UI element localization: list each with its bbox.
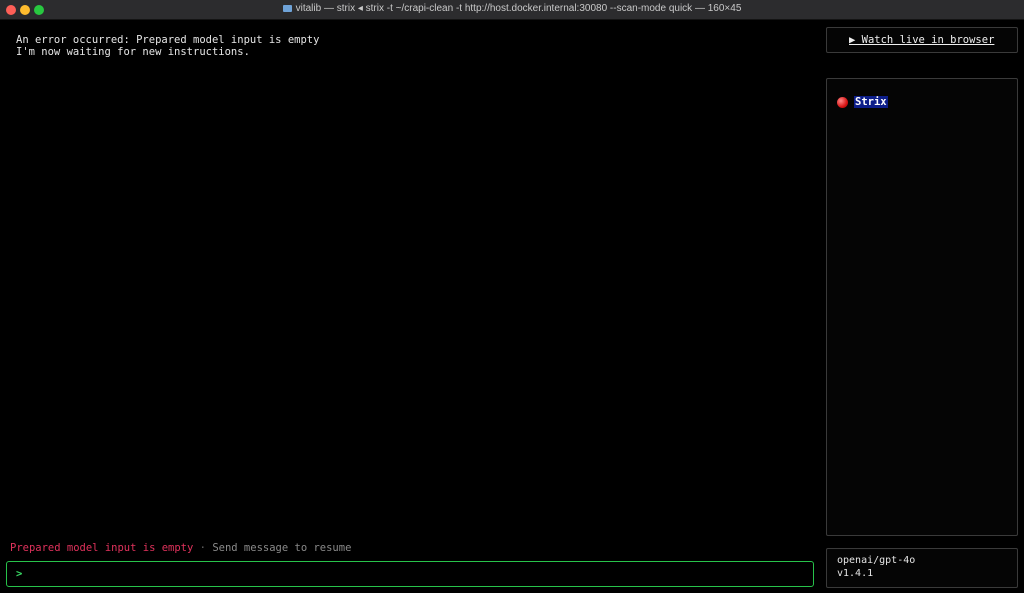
window-title: vitalib — strix ◂ strix -t ~/crapi-clean… [295, 3, 742, 14]
status-error: Prepared model input is empty [10, 542, 194, 554]
chat-message: An error occurred: Prepared model input … [16, 34, 320, 46]
message-input-box[interactable]: > [6, 561, 814, 587]
agent-item-strix[interactable]: Strix [837, 96, 888, 108]
folder-icon [282, 5, 292, 12]
window-title-bar: vitalib — strix ◂ strix -t ~/crapi-clean… [0, 0, 1024, 20]
status-dot-icon [837, 96, 848, 108]
status-bar: Prepared model input is empty · Send mes… [10, 542, 351, 554]
window-title-container: vitalib — strix ◂ strix -t ~/crapi-clean… [0, 3, 1024, 14]
agents-tree-panel: Strix [826, 78, 1018, 536]
model-info-panel: openai/gpt-4o v1.4.1 [826, 548, 1018, 588]
version-label: v1.4.1 [837, 568, 874, 579]
agent-label: Strix [854, 96, 888, 108]
model-name: openai/gpt-4o [837, 555, 916, 566]
status-hint: Send message to resume [212, 542, 352, 554]
watch-live-link[interactable]: ▶ Watch live in browser [849, 34, 994, 46]
prompt-chevron-icon: > [16, 568, 23, 580]
watch-live-panel: ▶ Watch live in browser [826, 27, 1018, 53]
status-separator: · [199, 542, 206, 554]
chat-message: I'm now waiting for new instructions. [16, 46, 250, 58]
message-input[interactable] [31, 565, 805, 585]
